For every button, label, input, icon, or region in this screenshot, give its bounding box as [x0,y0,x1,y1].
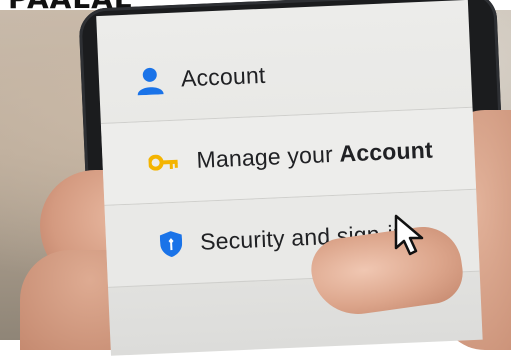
label-emphasis: Account [338,136,434,167]
label-prefix: Manage your [195,140,334,173]
menu-item-label: Account [180,61,266,92]
menu-item-label: Manage your Account [196,137,433,174]
key-icon [148,153,179,171]
person-icon [136,66,164,95]
mouse-pointer-icon [392,212,432,260]
shield-icon [159,230,183,257]
